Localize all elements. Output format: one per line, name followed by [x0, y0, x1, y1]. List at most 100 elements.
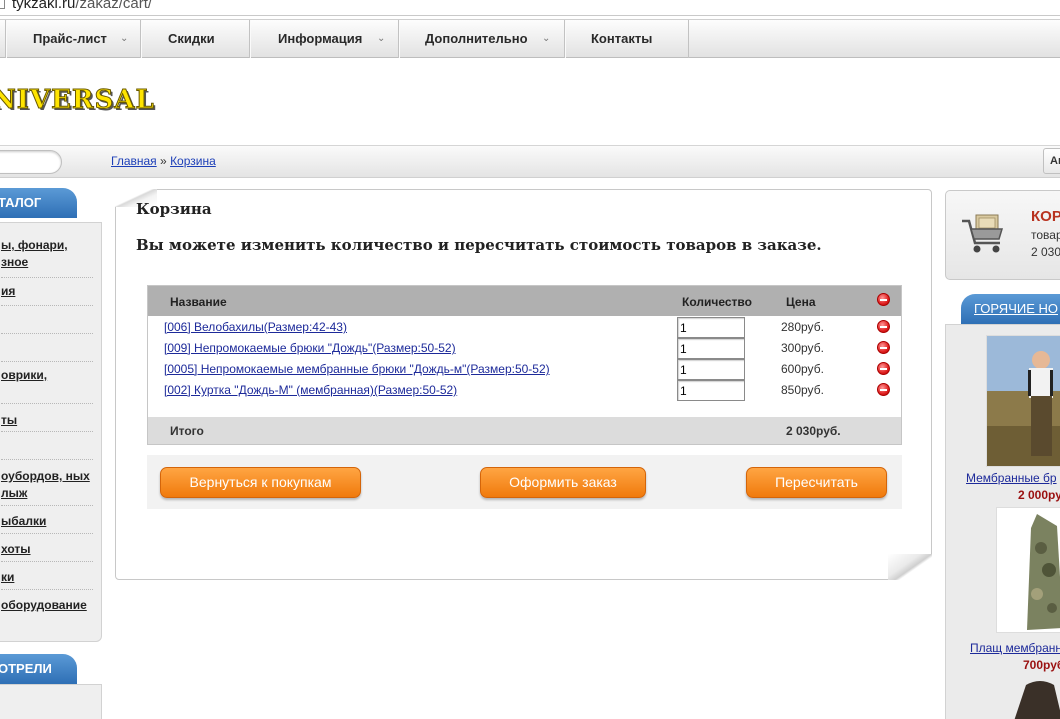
product-link[interactable]: [006] Велобахилы(Размер:42-43): [164, 320, 347, 334]
item-price: 280руб.: [781, 320, 824, 334]
breadcrumb-current-link[interactable]: Корзина: [170, 154, 216, 168]
catalog-header[interactable]: ТАЛОГ: [0, 188, 77, 218]
page-icon: [0, 0, 5, 9]
total-label: Итого: [170, 424, 204, 438]
chevron-down-icon: ⌄: [120, 33, 129, 44]
chevron-down-icon: ⌄: [542, 33, 551, 44]
nav-item-discounts[interactable]: Скидки: [141, 20, 250, 58]
catalog-divider: [1, 277, 93, 278]
checkout-button[interactable]: Оформить заказ: [480, 467, 646, 498]
mini-cart-count: товар: [1031, 228, 1060, 242]
total-value: 2 030руб.: [786, 424, 841, 438]
breadcrumb-bar: Главная » Корзина Ак: [0, 146, 1060, 178]
catalog-item[interactable]: хоты: [1, 541, 93, 558]
catalog-item[interactable]: ия: [1, 283, 93, 300]
continue-shopping-button[interactable]: Вернуться к покупкам: [160, 467, 361, 498]
catalog-divider: [1, 459, 93, 460]
cart-panel: Корзина Вы можете изменить количество и …: [115, 189, 932, 580]
nav-item-additional[interactable]: Дополнительно ⌄: [399, 20, 565, 58]
product-image[interactable]: [996, 507, 1060, 633]
catalog-item[interactable]: ыбалки: [1, 513, 93, 530]
product-photo-camo-raincoat: [997, 508, 1060, 632]
product-image[interactable]: [1006, 677, 1060, 719]
remove-item-icon[interactable]: [877, 341, 890, 354]
remove-item-icon[interactable]: [877, 362, 890, 375]
hot-products-panel: Мембранные бр 2 000ру Плащ мембранн 700р…: [945, 324, 1060, 719]
catalog-item[interactable]: ки: [1, 569, 93, 586]
cart-table: Название Количество Цена [006] Велобахил…: [147, 285, 902, 445]
search-input[interactable]: [0, 150, 62, 174]
nav-item-label: Дополнительно: [425, 31, 528, 46]
hot-products-header[interactable]: ГОРЯЧИЕ НО: [961, 294, 1060, 324]
catalog-divider: [1, 403, 93, 404]
column-header-qty: Количество: [682, 295, 752, 309]
catalog-item[interactable]: оубордов, ных лыж: [1, 468, 93, 502]
product-image[interactable]: [986, 335, 1060, 467]
account-button[interactable]: Ак: [1043, 148, 1060, 174]
catalog-item[interactable]: оборудование: [1, 597, 93, 614]
remove-item-icon[interactable]: [877, 320, 890, 333]
quantity-input[interactable]: [677, 359, 745, 380]
breadcrumb-home-link[interactable]: Главная: [111, 154, 157, 168]
catalog-divider: [1, 431, 93, 432]
catalog-divider: [1, 533, 93, 534]
product-price: 2 000ру: [1018, 488, 1060, 502]
table-row: [009] Непромокаемые брюки "Дождь"(Размер…: [148, 338, 901, 359]
product-link[interactable]: [0005] Непромокаемые мембранные брюки "Д…: [164, 362, 550, 376]
url-host: tykzaki.ru: [12, 0, 76, 12]
catalog-divider: [1, 505, 93, 506]
quantity-input[interactable]: [677, 317, 745, 338]
product-photo-man-in-pants: [987, 336, 1060, 466]
mini-cart[interactable]: КОР товар 2 030: [945, 190, 1060, 280]
url-text[interactable]: tykzaki.ru/zakaz/cart/: [12, 0, 152, 12]
catalog-panel: ы, фонари, зное ия оврики, ты оубордов, …: [0, 222, 102, 642]
mini-cart-title[interactable]: КОР: [1031, 208, 1060, 225]
url-path: /zakaz/cart/: [75, 0, 153, 12]
cart-actions: Вернуться к покупкам Оформить заказ Пере…: [147, 455, 902, 509]
catalog-divider: [1, 589, 93, 590]
nav-item-label: Прайс-лист: [33, 31, 107, 46]
item-price: 300руб.: [781, 341, 824, 355]
item-price: 850руб.: [781, 383, 824, 397]
left-sidebar: ТАЛОГ ы, фонари, зное ия оврики, ты оубо…: [0, 188, 102, 719]
item-price: 600руб.: [781, 362, 824, 376]
page-curl-decoration: [888, 554, 932, 580]
viewed-header[interactable]: ОТРЕЛИ: [0, 654, 77, 684]
table-header: Название Количество Цена: [148, 286, 901, 316]
browser-viewport: tykzaki.ru/zakaz/cart/ Прайс-лист ⌄ Скид…: [0, 0, 1060, 719]
shopping-cart-icon: [962, 214, 1004, 253]
catalog-item[interactable]: ы, фонари, зное: [1, 237, 93, 271]
address-bar[interactable]: tykzaki.ru/zakaz/cart/: [0, 0, 1060, 16]
catalog-item[interactable]: ты: [1, 412, 93, 429]
remove-item-icon[interactable]: [877, 383, 890, 396]
nav-item-label: Информация: [278, 31, 363, 46]
quantity-input[interactable]: [677, 338, 745, 359]
site-logo[interactable]: NIVERSAL: [0, 85, 155, 116]
catalog-divider: [1, 361, 93, 362]
product-link[interactable]: [002] Куртка "Дождь-М" (мембранная)(Разм…: [164, 383, 457, 397]
catalog-divider: [1, 561, 93, 562]
catalog-item[interactable]: оврики,: [1, 367, 93, 384]
mini-cart-total: 2 030: [1031, 245, 1060, 259]
chevron-down-icon: ⌄: [377, 33, 386, 44]
nav-item-price-list[interactable]: Прайс-лист ⌄: [6, 20, 141, 58]
nav-item-contacts[interactable]: Контакты: [565, 20, 689, 58]
table-row: [006] Велобахилы(Размер:42-43) 280руб.: [148, 317, 901, 338]
breadcrumb-separator: »: [160, 154, 167, 168]
catalog-divider: [1, 333, 93, 334]
nav-item-information[interactable]: Информация ⌄: [250, 20, 399, 58]
product-link[interactable]: Мембранные бр: [966, 471, 1057, 485]
product-link[interactable]: [009] Непромокаемые брюки "Дождь"(Размер…: [164, 341, 456, 355]
table-footer: Итого 2 030руб.: [148, 417, 901, 444]
recalculate-button[interactable]: Пересчитать: [746, 467, 887, 498]
table-row: [002] Куртка "Дождь-М" (мембранная)(Разм…: [148, 380, 901, 401]
page-subtitle: Вы можете изменить количество и пересчит…: [136, 236, 822, 254]
remove-all-icon[interactable]: [877, 293, 890, 306]
top-navigation: Прайс-лист ⌄ Скидки Информация ⌄ Дополни…: [0, 19, 1060, 58]
page-title: Корзина: [136, 200, 212, 218]
hot-products-title: ГОРЯЧИЕ НО: [974, 301, 1058, 316]
breadcrumb: Главная » Корзина: [111, 154, 216, 168]
quantity-input[interactable]: [677, 380, 745, 401]
catalog-divider: [1, 305, 93, 306]
product-link[interactable]: Плащ мембранн: [970, 641, 1060, 655]
